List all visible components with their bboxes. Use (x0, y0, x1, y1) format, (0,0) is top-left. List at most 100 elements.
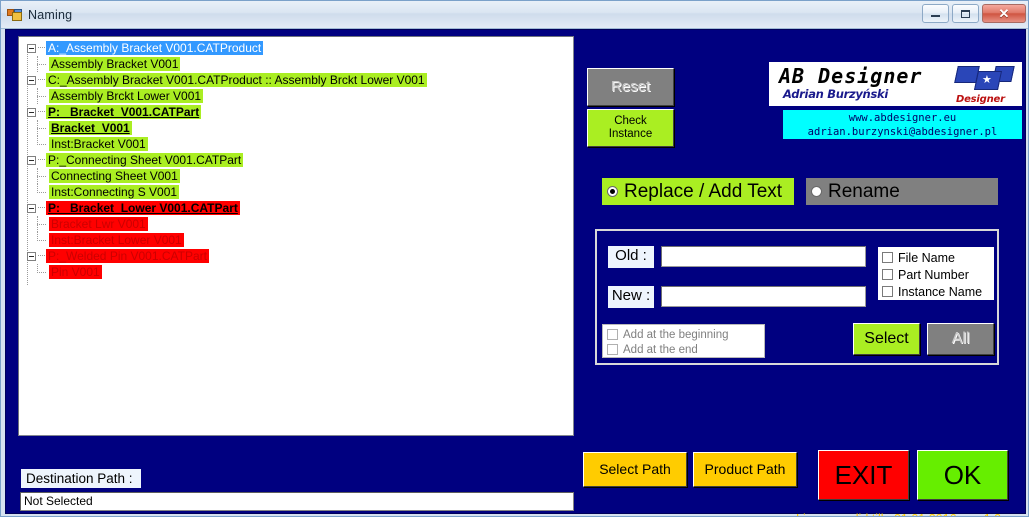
checkbox-icon[interactable] (882, 252, 893, 263)
maximize-icon (961, 9, 970, 18)
checkbox-icon[interactable] (607, 344, 618, 355)
tree-row[interactable]: Inst:Bracket V001 (23, 136, 573, 152)
check-instance-line2: Instance (608, 128, 653, 140)
tree-item-label: P:_Connecting Sheet V001.CATPart (46, 153, 244, 167)
checkbox-label: File Name (898, 250, 955, 265)
destination-path-value[interactable]: Not Selected (20, 492, 574, 511)
tree-row[interactable]: Connecting Sheet V001 (23, 168, 573, 184)
tree-row[interactable]: Bracket_V001 (23, 120, 573, 136)
close-button[interactable]: ✕ (982, 4, 1026, 23)
checkbox-part-number[interactable]: Part Number (882, 266, 994, 283)
naming-window: Naming ✕ A:_Assembly Bracket V001.CATPro… (0, 0, 1029, 517)
mode-rename-label: Rename (828, 180, 900, 202)
checkbox-icon[interactable] (607, 329, 618, 340)
exit-button[interactable]: EXIT (818, 450, 909, 500)
tree-item-label: C:_Assembly Bracket V001.CATProduct :: A… (46, 73, 427, 87)
tree-connector (37, 264, 47, 280)
tree-item-label: P:_Welded Pin V001.CATPart (46, 249, 209, 263)
tree-row[interactable]: A:_Assembly Bracket V001.CATProduct (23, 40, 573, 56)
check-instance-line1: Check (614, 115, 647, 127)
collapse-icon[interactable] (27, 251, 36, 261)
tree-connector (38, 47, 45, 49)
mode-replace-add-text[interactable]: Replace / Add Text (602, 178, 794, 205)
checkbox-label: Add at the beginning (623, 328, 729, 341)
minimize-button[interactable] (922, 4, 949, 23)
reset-button[interactable]: Reset (587, 68, 674, 106)
tree-row[interactable]: Inst:Bracket Lower V001 (23, 232, 573, 248)
radio-unselected-icon[interactable] (811, 186, 822, 197)
tree-row[interactable]: C:_Assembly Bracket V001.CATProduct :: A… (23, 72, 573, 88)
tree-connector (37, 120, 47, 136)
tree-connector (38, 207, 45, 209)
destination-path-label: Destination Path : (20, 468, 142, 489)
tree-row[interactable]: Assembly Bracket V001 (23, 56, 573, 72)
collapse-icon[interactable] (27, 107, 36, 117)
collapse-icon[interactable] (27, 203, 36, 213)
client-area: A:_Assembly Bracket V001.CATProduct Asse… (5, 29, 1026, 516)
brand-logo: AB Designer Adrian Burzyński ★ Designer (769, 62, 1022, 106)
all-button[interactable]: All (927, 323, 994, 355)
tree-row[interactable]: P:_Welded Pin V001.CATPart (23, 248, 573, 264)
tree-row[interactable]: Pin V001 (23, 264, 573, 280)
checkbox-add-at-end[interactable]: Add at the end (607, 342, 764, 357)
tree-item-label: Connecting Sheet V001 (49, 169, 180, 183)
email-text: adrian.burzynski@abdesigner.pl (807, 126, 998, 138)
maximize-button[interactable] (952, 4, 979, 23)
old-text-input[interactable] (661, 246, 866, 267)
tree-row[interactable]: Bracket Lwr V001 (23, 216, 573, 232)
product-path-button[interactable]: Product Path (693, 452, 797, 487)
tree-row[interactable]: Inst:Connecting S V001 (23, 184, 573, 200)
tree-connector (37, 168, 47, 184)
new-field-label: New : (607, 285, 655, 309)
tree-item-label: Assembly Bracket V001 (49, 57, 181, 71)
target-checkbox-group: File Name Part Number Instance Name (877, 246, 995, 301)
tree-item-label: P:_ Bracket_V001.CATPart (46, 105, 202, 119)
website-text: www.abdesigner.eu (848, 112, 957, 124)
checkbox-add-at-beginning[interactable]: Add at the beginning (607, 327, 764, 342)
tree-row[interactable]: P:_Connecting Sheet V001.CATPart (23, 152, 573, 168)
tree-connector (38, 159, 45, 161)
tree-connector (37, 136, 47, 152)
minimize-icon (931, 15, 940, 17)
tree-row[interactable]: P:_ Bracket_V001.CATPart (23, 104, 573, 120)
license-info: License valid till : 01.01.2016 v 1.0 (796, 512, 1001, 516)
logo-mark-icon: ★ Designer (954, 64, 1016, 105)
collapse-icon[interactable] (27, 43, 36, 53)
old-field-label: Old : (607, 245, 655, 269)
tree-connector (37, 232, 47, 248)
select-button[interactable]: Select (853, 323, 920, 355)
radio-selected-icon[interactable] (607, 186, 618, 197)
tree-connector (37, 56, 47, 72)
tree-item-label: Bracket Lwr V001 (49, 217, 148, 231)
mode-rename[interactable]: Rename (806, 178, 998, 205)
window-controls: ✕ (922, 4, 1026, 23)
checkbox-label: Instance Name (898, 284, 983, 299)
tree-item-label: Pin V001 (49, 265, 102, 279)
tree-connector (37, 88, 47, 104)
collapse-icon[interactable] (27, 75, 36, 85)
window-title: Naming (28, 7, 73, 22)
select-path-button[interactable]: Select Path (583, 452, 687, 487)
tree-connector (38, 255, 45, 257)
checkbox-icon[interactable] (882, 269, 893, 280)
collapse-icon[interactable] (27, 155, 36, 165)
tree-item-label: Inst:Bracket Lower V001 (49, 233, 184, 247)
title-bar: Naming ✕ (1, 1, 1028, 29)
naming-tree-panel[interactable]: A:_Assembly Bracket V001.CATProduct Asse… (18, 36, 574, 436)
tree-item-label: Assembly Brckt Lower V001 (49, 89, 204, 103)
tree-connector (38, 111, 45, 113)
checkbox-icon[interactable] (882, 286, 893, 297)
checkbox-label: Add at the end (623, 343, 698, 356)
tree-row[interactable]: Assembly Brckt Lower V001 (23, 88, 573, 104)
ok-button[interactable]: OK (917, 450, 1008, 500)
position-checkbox-group: Add at the beginning Add at the end (602, 324, 765, 358)
checkbox-instance-name[interactable]: Instance Name (882, 283, 994, 300)
tree-item-label: Inst:Connecting S V001 (49, 185, 180, 199)
license-text: License valid till : 01.01.2016 (796, 512, 957, 516)
tree-row[interactable]: P:_ Bracket_Lower V001.CATPart (23, 200, 573, 216)
check-instance-button[interactable]: Check Instance (587, 109, 674, 147)
tree-connector (37, 216, 47, 232)
checkbox-file-name[interactable]: File Name (882, 249, 994, 266)
new-text-input[interactable] (661, 286, 866, 307)
tree-connector (38, 79, 45, 81)
